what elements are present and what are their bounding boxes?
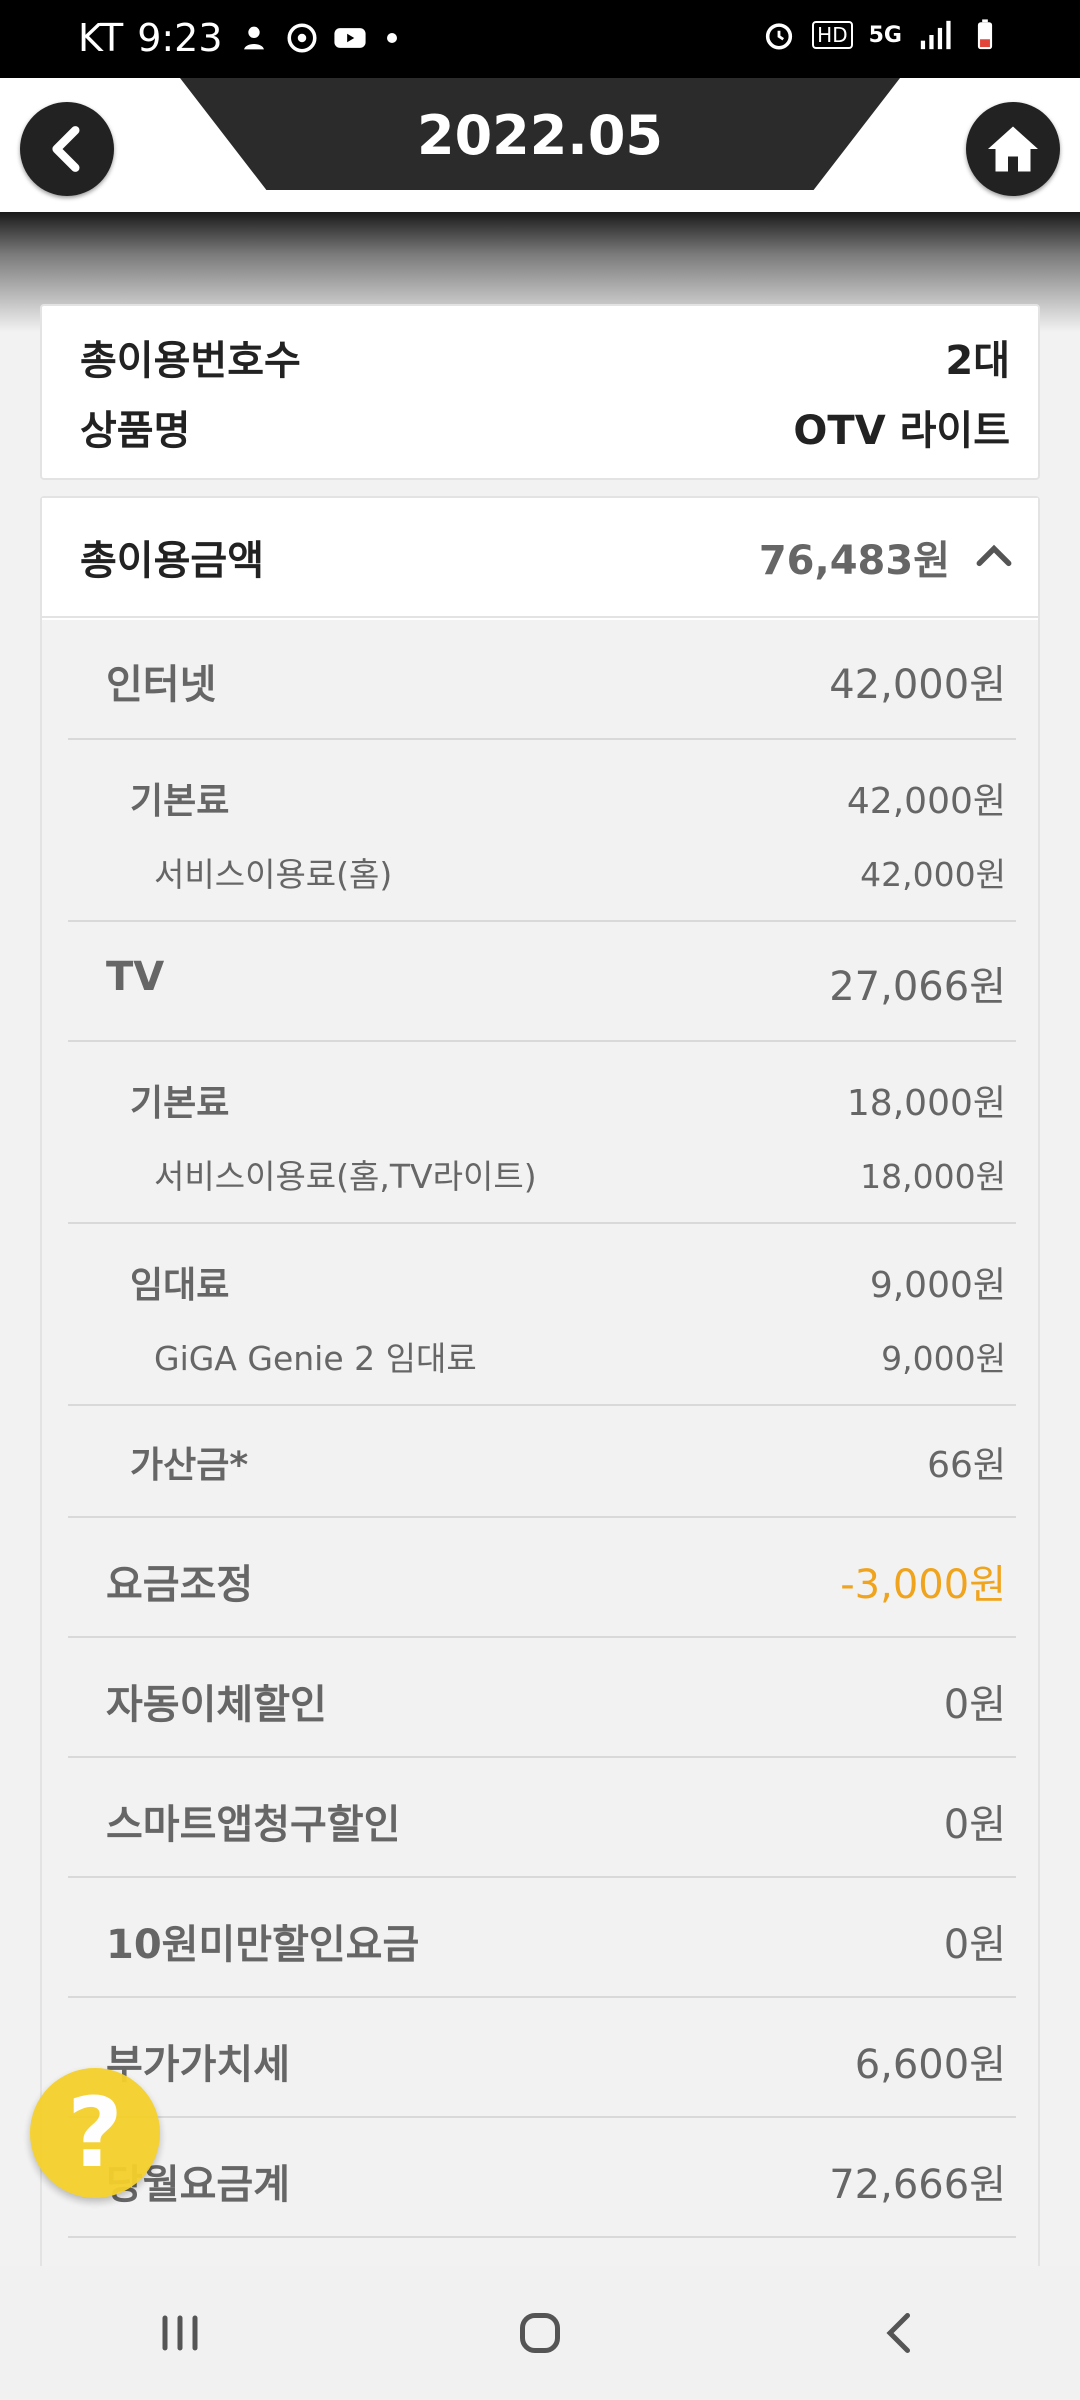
detail-section-rounding: 10원미만할인요금 0원 xyxy=(68,1878,1016,1998)
clock: 9:23 xyxy=(137,16,223,60)
detail-section-surcharge: 가산금* 66원 xyxy=(68,1406,1016,1518)
total-usage-value: 76,483원 xyxy=(758,538,950,584)
detail-value: -3,000원 xyxy=(840,1562,1006,1608)
summary-card: 총이용번호수 2대 상품명 OTV 라이트 xyxy=(40,304,1040,480)
signal-icon xyxy=(920,20,951,50)
detail-label: 기본료 xyxy=(130,1083,230,1124)
home-circle-icon xyxy=(520,2313,560,2353)
total-usage-label: 총이용금액 xyxy=(80,538,264,584)
summary-value: 2대 xyxy=(945,338,1010,384)
detail-row: 가산금* 66원 xyxy=(130,1436,1006,1488)
recents-icon xyxy=(162,2315,198,2351)
detail-row: 인터넷 42,000원 xyxy=(106,652,1006,710)
detail-label: 임대료 xyxy=(130,1265,230,1306)
back-button[interactable] xyxy=(20,102,114,196)
detail-section-smartapp: 스마트앱청구할인 0원 xyxy=(68,1758,1016,1878)
usage-detail-list: 인터넷 42,000원 기본료 42,000원 서비스이용료(홈) 42,000… xyxy=(42,620,1038,2272)
detail-label: GiGA Genie 2 임대료 xyxy=(154,1339,477,1378)
status-left: KT 9:23 xyxy=(78,16,397,60)
detail-label: 인터넷 xyxy=(106,662,217,708)
detail-section-tv-base: 기본료 18,000원 서비스이용료(홈,TV라이트) 18,000원 xyxy=(68,1042,1016,1224)
hd-voice-icon: HD xyxy=(812,21,853,49)
detail-value: 6,600원 xyxy=(854,2042,1006,2088)
summary-row-product: 상품명 OTV 라이트 xyxy=(80,398,1010,456)
detail-row: 요금조정 -3,000원 xyxy=(106,1552,1006,1610)
detail-row: 10원미만할인요금 0원 xyxy=(106,1912,1006,1970)
chevron-up-icon[interactable] xyxy=(972,534,1016,578)
detail-row: 서비스이용료(홈,TV라이트) 18,000원 xyxy=(154,1150,1006,1198)
detail-value: 0원 xyxy=(943,1922,1006,1968)
page-title: 2022.05 xyxy=(417,104,663,167)
summary-label: 총이용번호수 xyxy=(80,338,301,384)
detail-label: 가산금* xyxy=(130,1445,249,1486)
summary-row-lines: 총이용번호수 2대 xyxy=(80,328,1010,386)
detail-row: 기본료 42,000원 xyxy=(130,772,1006,824)
carrier-label: KT xyxy=(78,16,124,60)
detail-section-internet-base: 기본료 42,000원 서비스이용료(홈) 42,000원 xyxy=(68,740,1016,922)
detail-label: 10원미만할인요금 xyxy=(106,1922,420,1968)
help-button[interactable]: ? xyxy=(30,2068,160,2198)
recent-apps-button[interactable] xyxy=(135,2288,225,2378)
detail-value: 18,000원 xyxy=(860,1157,1006,1196)
detail-section-tv: TV 27,066원 xyxy=(68,922,1016,1042)
home-icon xyxy=(988,126,1038,172)
youtube-icon xyxy=(333,28,366,48)
detail-section-monthly-total: 당월요금계 72,666원 xyxy=(68,2118,1016,2238)
detail-label: TV xyxy=(106,954,165,1000)
detail-row: 기본료 18,000원 xyxy=(130,1074,1006,1126)
detail-row: 스마트앱청구할인 0원 xyxy=(106,1792,1006,1850)
detail-value: 66원 xyxy=(927,1445,1006,1486)
detail-label: 자동이체할인 xyxy=(106,1682,327,1728)
alarm-icon xyxy=(766,23,793,50)
top-header: 2022.05 xyxy=(0,78,1080,212)
detail-row: 서비스이용료(홈) 42,000원 xyxy=(154,848,1006,896)
detail-section-tv-rental: 임대료 9,000원 GiGA Genie 2 임대료 9,000원 xyxy=(68,1224,1016,1406)
home-nav-button[interactable] xyxy=(495,2288,585,2378)
detail-section-vat: 부가가치세 6,600원 xyxy=(68,1998,1016,2118)
detail-row: 자동이체할인 0원 xyxy=(106,1672,1006,1730)
network-type-icon: 5G xyxy=(868,22,902,48)
more-notifications-dot xyxy=(386,33,397,43)
sync-icon xyxy=(287,23,317,53)
home-button[interactable] xyxy=(966,102,1060,196)
notification-app-icon xyxy=(243,26,264,50)
question-mark-icon: ? xyxy=(67,2077,123,2189)
detail-label: 서비스이용료(홈) xyxy=(154,855,393,894)
back-nav-button[interactable] xyxy=(855,2288,945,2378)
status-bar: KT 9:23 HD 5G xyxy=(0,0,1080,78)
detail-value: 18,000원 xyxy=(846,1083,1006,1124)
detail-section-adjustment: 요금조정 -3,000원 xyxy=(68,1518,1016,1638)
detail-value: 0원 xyxy=(943,1682,1006,1728)
detail-row: TV 27,066원 xyxy=(106,954,1006,1012)
detail-value: 72,666원 xyxy=(829,2162,1006,2208)
summary-label: 상품명 xyxy=(80,408,191,454)
detail-row: 부가가치세 6,600원 xyxy=(106,2032,1006,2090)
total-usage-card: 총이용금액 76,483원 인터넷 42,000원 기본료 42,000원 서비… xyxy=(40,496,1040,2272)
detail-value: 42,000원 xyxy=(860,855,1006,894)
detail-value: 42,000원 xyxy=(846,781,1006,822)
detail-label: 요금조정 xyxy=(106,1562,254,1608)
total-usage-header[interactable]: 총이용금액 76,483원 xyxy=(42,498,1038,618)
status-right: HD 5G xyxy=(762,18,1002,52)
detail-row: GiGA Genie 2 임대료 9,000원 xyxy=(154,1332,1006,1380)
back-arrow-icon xyxy=(886,2313,910,2353)
detail-section-internet: 인터넷 42,000원 xyxy=(68,620,1016,740)
chevron-left-icon xyxy=(52,126,80,172)
summary-value: OTV 라이트 xyxy=(793,408,1010,454)
detail-section-autopay: 자동이체할인 0원 xyxy=(68,1638,1016,1758)
system-nav-bar xyxy=(0,2266,1080,2400)
detail-label: 서비스이용료(홈,TV라이트) xyxy=(154,1157,537,1196)
detail-value: 9,000원 xyxy=(881,1339,1006,1378)
detail-label: 스마트앱청구할인 xyxy=(106,1802,401,1848)
detail-value: 27,066원 xyxy=(829,964,1006,1010)
battery-icon xyxy=(977,19,993,50)
detail-value: 9,000원 xyxy=(869,1265,1006,1306)
detail-label: 기본료 xyxy=(130,781,230,822)
detail-value: 0원 xyxy=(943,1802,1006,1848)
detail-value: 42,000원 xyxy=(829,662,1006,708)
detail-row: 당월요금계 72,666원 xyxy=(106,2152,1006,2210)
detail-row: 임대료 9,000원 xyxy=(130,1256,1006,1308)
